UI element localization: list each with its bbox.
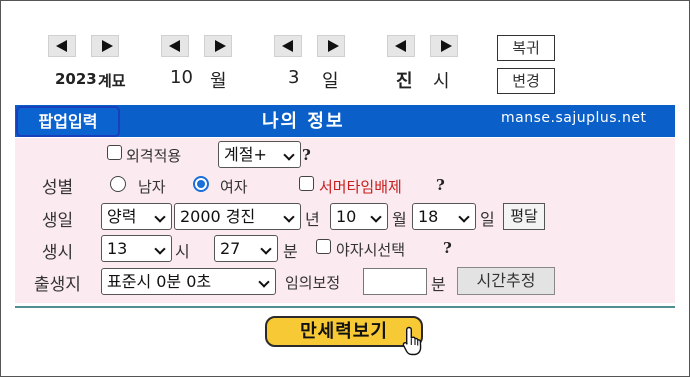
timezone-select[interactable]: 표준시 0분 0초: [101, 268, 276, 295]
hand-cursor-icon: [402, 326, 422, 356]
custom-minute-unit: 분: [431, 275, 446, 294]
birth-time-label: 생시: [41, 243, 74, 263]
leap-month-button[interactable]: 평달: [503, 203, 545, 230]
change-button[interactable]: 변경: [497, 68, 555, 94]
month-prev-button[interactable]: [161, 35, 189, 57]
birth-year-select[interactable]: 2000 경진: [174, 203, 301, 230]
popup-input-button[interactable]: 팝업입력: [16, 106, 120, 137]
external-apply-label: 외격적용: [126, 147, 182, 165]
external-apply-checkbox[interactable]: [107, 145, 122, 160]
night-hour-checkbox[interactable]: [316, 239, 331, 254]
restore-button[interactable]: 복귀: [497, 35, 555, 61]
night-hour-label: 야자시선택: [336, 241, 406, 259]
year-prev-button[interactable]: [48, 35, 76, 57]
birth-day-select[interactable]: 18: [412, 203, 476, 230]
help-icon[interactable]: ?: [436, 176, 445, 194]
month-next-button[interactable]: [204, 35, 232, 57]
help-icon[interactable]: ?: [302, 146, 311, 164]
section-title: 나의 정보: [262, 111, 345, 132]
year-unit-label: 년: [305, 210, 320, 229]
male-label: 남자: [138, 178, 166, 196]
gender-label: 성별: [41, 178, 74, 198]
birth-date-label: 생일: [41, 211, 74, 231]
day-unit: 일: [322, 71, 339, 92]
current-month: 10: [170, 67, 193, 88]
day-unit-label: 일: [480, 210, 495, 229]
custom-correction-input[interactable]: [363, 268, 427, 295]
month-unit-label: 월: [392, 210, 407, 229]
male-radio[interactable]: [110, 176, 126, 192]
time-estimate-button[interactable]: 시간추정: [457, 267, 555, 295]
birth-minute-select[interactable]: 27: [214, 235, 278, 262]
summer-time-checkbox[interactable]: [299, 176, 314, 191]
calendar-type-select[interactable]: 양력: [101, 203, 172, 230]
season-select[interactable]: 계절+: [218, 141, 301, 168]
day-next-button[interactable]: [317, 35, 345, 57]
current-day: 3: [288, 67, 300, 88]
current-year-ganji: 계묘: [98, 72, 126, 90]
day-prev-button[interactable]: [274, 35, 302, 57]
year-next-button[interactable]: [91, 35, 119, 57]
month-unit: 월: [210, 71, 227, 92]
birth-hour-select[interactable]: 13: [101, 235, 172, 262]
current-hour-branch: 진: [396, 71, 413, 92]
hour-next-button[interactable]: [430, 35, 458, 57]
divider: [15, 306, 675, 308]
help-icon[interactable]: ?: [443, 239, 452, 257]
summer-time-label: 서머타임배제: [319, 178, 402, 196]
birthplace-label: 출생지: [34, 275, 81, 295]
view-manseryeok-button[interactable]: 만세력보기: [265, 316, 423, 347]
site-link[interactable]: manse.sajuplus.net: [501, 110, 646, 126]
current-year: 2023: [55, 70, 97, 88]
female-radio[interactable]: [193, 176, 209, 192]
hour-prev-button[interactable]: [387, 35, 415, 57]
hour-unit: 시: [433, 71, 450, 92]
hour-unit-label: 시: [175, 242, 190, 261]
custom-correction-label: 임의보정: [285, 274, 341, 292]
minute-unit-label: 분: [283, 242, 298, 261]
birth-month-select[interactable]: 10: [330, 203, 388, 230]
female-label: 여자: [220, 178, 248, 196]
